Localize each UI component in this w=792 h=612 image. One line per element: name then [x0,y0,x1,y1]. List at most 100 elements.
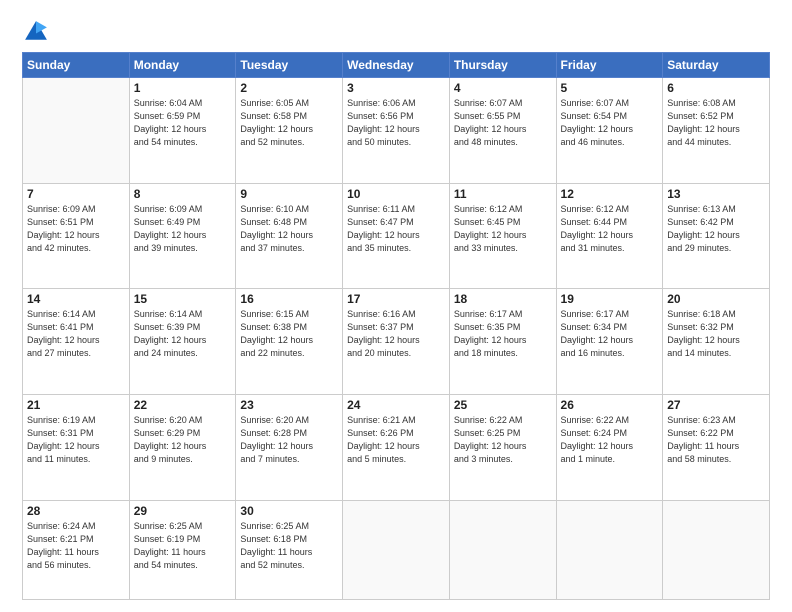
day-number: 23 [240,398,338,412]
day-info: Sunrise: 6:18 AMSunset: 6:32 PMDaylight:… [667,308,765,360]
day-info: Sunrise: 6:05 AMSunset: 6:58 PMDaylight:… [240,97,338,149]
day-info: Sunrise: 6:17 AMSunset: 6:34 PMDaylight:… [561,308,659,360]
day-info: Sunrise: 6:10 AMSunset: 6:48 PMDaylight:… [240,203,338,255]
calendar-header-row: SundayMondayTuesdayWednesdayThursdayFrid… [23,53,770,78]
day-info: Sunrise: 6:09 AMSunset: 6:49 PMDaylight:… [134,203,232,255]
day-cell: 19 Sunrise: 6:17 AMSunset: 6:34 PMDayligh… [556,289,663,395]
col-header-friday: Friday [556,53,663,78]
day-cell: 18 Sunrise: 6:17 AMSunset: 6:35 PMDayligh… [449,289,556,395]
day-cell: 7 Sunrise: 6:09 AMSunset: 6:51 PMDaylight… [23,183,130,289]
week-row-4: 21 Sunrise: 6:19 AMSunset: 6:31 PMDayligh… [23,394,770,500]
day-info: Sunrise: 6:12 AMSunset: 6:45 PMDaylight:… [454,203,552,255]
day-info: Sunrise: 6:17 AMSunset: 6:35 PMDaylight:… [454,308,552,360]
day-number: 18 [454,292,552,306]
day-number: 26 [561,398,659,412]
day-number: 13 [667,187,765,201]
day-number: 17 [347,292,445,306]
day-cell: 17 Sunrise: 6:16 AMSunset: 6:37 PMDayligh… [343,289,450,395]
day-number: 25 [454,398,552,412]
day-cell [23,78,130,184]
col-header-tuesday: Tuesday [236,53,343,78]
day-info: Sunrise: 6:11 AMSunset: 6:47 PMDaylight:… [347,203,445,255]
day-info: Sunrise: 6:20 AMSunset: 6:29 PMDaylight:… [134,414,232,466]
col-header-sunday: Sunday [23,53,130,78]
logo-icon [22,18,50,46]
day-cell [449,500,556,599]
day-cell: 9 Sunrise: 6:10 AMSunset: 6:48 PMDaylight… [236,183,343,289]
day-cell: 23 Sunrise: 6:20 AMSunset: 6:28 PMDayligh… [236,394,343,500]
week-row-2: 7 Sunrise: 6:09 AMSunset: 6:51 PMDaylight… [23,183,770,289]
week-row-1: 1 Sunrise: 6:04 AMSunset: 6:59 PMDaylight… [23,78,770,184]
header [22,18,770,46]
day-info: Sunrise: 6:07 AMSunset: 6:54 PMDaylight:… [561,97,659,149]
day-info: Sunrise: 6:22 AMSunset: 6:25 PMDaylight:… [454,414,552,466]
day-number: 12 [561,187,659,201]
day-number: 28 [27,504,125,518]
logo [22,18,54,46]
day-number: 16 [240,292,338,306]
day-cell: 5 Sunrise: 6:07 AMSunset: 6:54 PMDaylight… [556,78,663,184]
day-cell: 10 Sunrise: 6:11 AMSunset: 6:47 PMDayligh… [343,183,450,289]
day-cell [343,500,450,599]
day-cell: 3Sunrise: 6:06 AMSunset: 6:56 PMDaylight… [343,78,450,184]
day-info: Sunrise: 6:08 AMSunset: 6:52 PMDaylight:… [667,97,765,149]
day-number: 30 [240,504,338,518]
day-cell: 22 Sunrise: 6:20 AMSunset: 6:29 PMDayligh… [129,394,236,500]
day-cell: 8 Sunrise: 6:09 AMSunset: 6:49 PMDaylight… [129,183,236,289]
day-info: Sunrise: 6:13 AMSunset: 6:42 PMDaylight:… [667,203,765,255]
day-number: 6 [667,81,765,95]
day-number: 27 [667,398,765,412]
day-cell [663,500,770,599]
day-info: Sunrise: 6:22 AMSunset: 6:24 PMDaylight:… [561,414,659,466]
day-info: Sunrise: 6:14 AMSunset: 6:39 PMDaylight:… [134,308,232,360]
day-cell: 14 Sunrise: 6:14 AMSunset: 6:41 PMDayligh… [23,289,130,395]
day-info: Sunrise: 6:25 AMSunset: 6:19 PMDaylight:… [134,520,232,572]
day-cell: 16 Sunrise: 6:15 AMSunset: 6:38 PMDayligh… [236,289,343,395]
day-number: 9 [240,187,338,201]
col-header-saturday: Saturday [663,53,770,78]
day-cell: 4 Sunrise: 6:07 AMSunset: 6:55 PMDaylight… [449,78,556,184]
day-info: Sunrise: 6:09 AMSunset: 6:51 PMDaylight:… [27,203,125,255]
calendar-table: SundayMondayTuesdayWednesdayThursdayFrid… [22,52,770,600]
day-number: 15 [134,292,232,306]
day-number: 4 [454,81,552,95]
day-number: 29 [134,504,232,518]
day-cell: 25 Sunrise: 6:22 AMSunset: 6:25 PMDayligh… [449,394,556,500]
day-info: Sunrise: 6:20 AMSunset: 6:28 PMDaylight:… [240,414,338,466]
day-info: Sunrise: 6:14 AMSunset: 6:41 PMDaylight:… [27,308,125,360]
day-cell: 20Sunrise: 6:18 AMSunset: 6:32 PMDayligh… [663,289,770,395]
day-info: Sunrise: 6:15 AMSunset: 6:38 PMDaylight:… [240,308,338,360]
day-info: Sunrise: 6:16 AMSunset: 6:37 PMDaylight:… [347,308,445,360]
day-number: 21 [27,398,125,412]
day-cell: 26 Sunrise: 6:22 AMSunset: 6:24 PMDayligh… [556,394,663,500]
day-number: 5 [561,81,659,95]
day-cell: 24Sunrise: 6:21 AMSunset: 6:26 PMDayligh… [343,394,450,500]
day-cell: 2 Sunrise: 6:05 AMSunset: 6:58 PMDaylight… [236,78,343,184]
day-number: 8 [134,187,232,201]
day-cell: 30Sunrise: 6:25 AMSunset: 6:18 PMDayligh… [236,500,343,599]
day-number: 19 [561,292,659,306]
day-cell: 21 Sunrise: 6:19 AMSunset: 6:31 PMDayligh… [23,394,130,500]
day-cell: 15 Sunrise: 6:14 AMSunset: 6:39 PMDayligh… [129,289,236,395]
day-cell [556,500,663,599]
day-number: 2 [240,81,338,95]
day-cell: 28 Sunrise: 6:24 AMSunset: 6:21 PMDayligh… [23,500,130,599]
day-info: Sunrise: 6:19 AMSunset: 6:31 PMDaylight:… [27,414,125,466]
day-info: Sunrise: 6:04 AMSunset: 6:59 PMDaylight:… [134,97,232,149]
day-number: 10 [347,187,445,201]
day-cell: 11Sunrise: 6:12 AMSunset: 6:45 PMDayligh… [449,183,556,289]
day-number: 1 [134,81,232,95]
day-number: 7 [27,187,125,201]
day-number: 3 [347,81,445,95]
day-cell: 13 Sunrise: 6:13 AMSunset: 6:42 PMDayligh… [663,183,770,289]
day-cell: 1 Sunrise: 6:04 AMSunset: 6:59 PMDaylight… [129,78,236,184]
day-number: 24 [347,398,445,412]
day-number: 14 [27,292,125,306]
day-info: Sunrise: 6:07 AMSunset: 6:55 PMDaylight:… [454,97,552,149]
day-info: Sunrise: 6:24 AMSunset: 6:21 PMDaylight:… [27,520,125,572]
day-number: 22 [134,398,232,412]
day-info: Sunrise: 6:23 AMSunset: 6:22 PMDaylight:… [667,414,765,466]
col-header-thursday: Thursday [449,53,556,78]
week-row-5: 28 Sunrise: 6:24 AMSunset: 6:21 PMDayligh… [23,500,770,599]
day-cell: 29 Sunrise: 6:25 AMSunset: 6:19 PMDayligh… [129,500,236,599]
